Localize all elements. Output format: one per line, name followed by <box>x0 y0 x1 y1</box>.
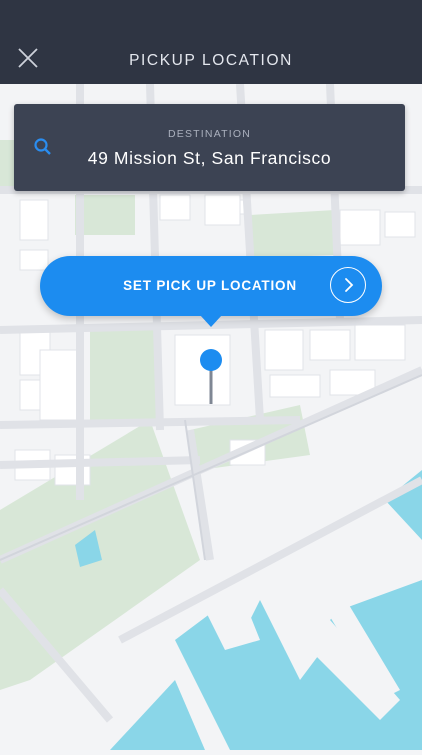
page-title: PICKUP LOCATION <box>129 52 293 69</box>
set-pickup-label: SET PICK UP LOCATION <box>123 278 297 293</box>
chevron-right-icon[interactable] <box>330 267 366 303</box>
destination-label: DESTINATION <box>167 128 251 140</box>
destination-value[interactable]: 49 Mission St, San Francisco <box>14 148 405 169</box>
map-pin-icon[interactable] <box>199 348 223 406</box>
destination-card[interactable]: DESTINATION 49 Mission St, San Francisco <box>14 104 405 191</box>
top-bar: PICKUP LOCATION <box>0 0 422 84</box>
set-pickup-location-button[interactable]: SET PICK UP LOCATION <box>40 256 382 327</box>
search-icon[interactable] <box>32 136 54 158</box>
